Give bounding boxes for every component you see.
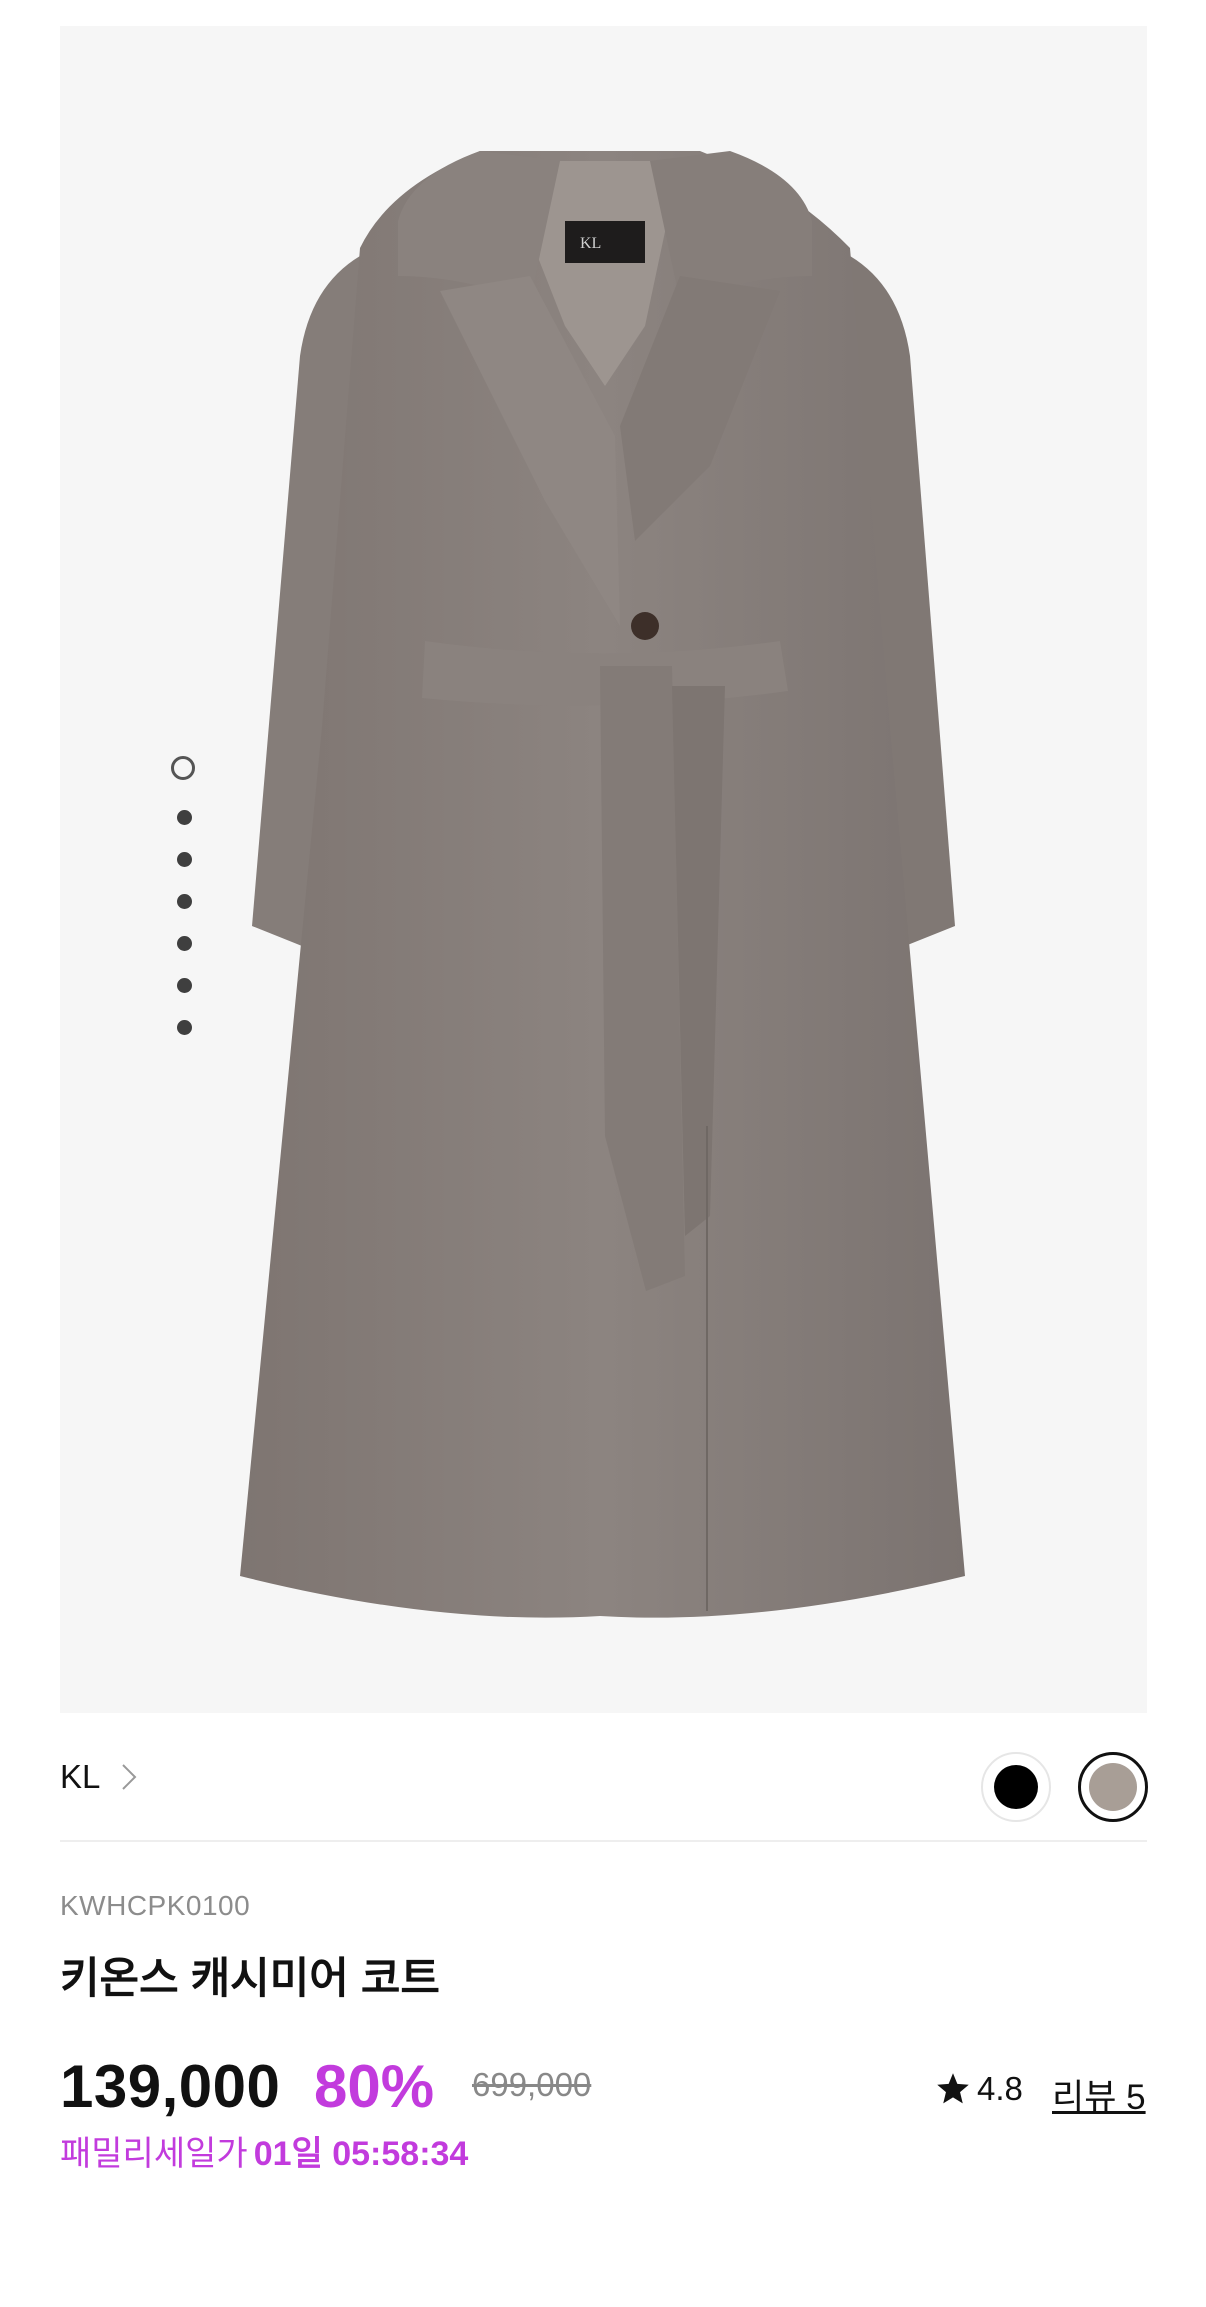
product-sku: KWHCPK0100 <box>60 1890 251 1921</box>
pagination-dot[interactable] <box>177 894 192 909</box>
original-price: 699,000 <box>472 2066 592 2103</box>
star-icon <box>937 2073 969 2104</box>
pagination-dot[interactable] <box>171 756 195 780</box>
sale-price: 139,000 <box>60 2053 281 2120</box>
discount-rate: 80% <box>314 2053 435 2120</box>
countdown-timer: 01일 05:58:34 <box>253 2135 469 2173</box>
pagination-dot[interactable] <box>177 978 192 993</box>
pagination-dot[interactable] <box>177 810 192 825</box>
rating-score: 4.8 <box>977 2070 1023 2107</box>
chevron-right-icon[interactable] <box>120 1762 138 1792</box>
family-sale-label: 패밀리세일가 <box>60 2135 248 2173</box>
coat-label-text: KL <box>580 235 601 252</box>
pagination-dot[interactable] <box>177 1020 192 1035</box>
pagination-dot[interactable] <box>177 936 192 951</box>
rating: 4.8 <box>935 2069 1023 2109</box>
color-swatch-black[interactable] <box>981 1752 1051 1822</box>
product-image-gallery[interactable]: KL <box>60 26 1147 1713</box>
color-swatch-taupe[interactable] <box>1078 1752 1148 1822</box>
brand-row: KL <box>60 1752 1148 1822</box>
family-sale: 패밀리세일가 01일 05:58:34 <box>60 2126 468 2175</box>
product-image: KL <box>240 151 965 1618</box>
pagination-dot[interactable] <box>177 852 192 867</box>
brand-link[interactable]: KL <box>60 1758 100 1796</box>
reviews-link[interactable]: 리뷰 5 <box>1052 2069 1146 2120</box>
divider <box>60 1840 1147 1842</box>
product-title: 키온스 캐시미어 코트 <box>60 1955 440 2003</box>
